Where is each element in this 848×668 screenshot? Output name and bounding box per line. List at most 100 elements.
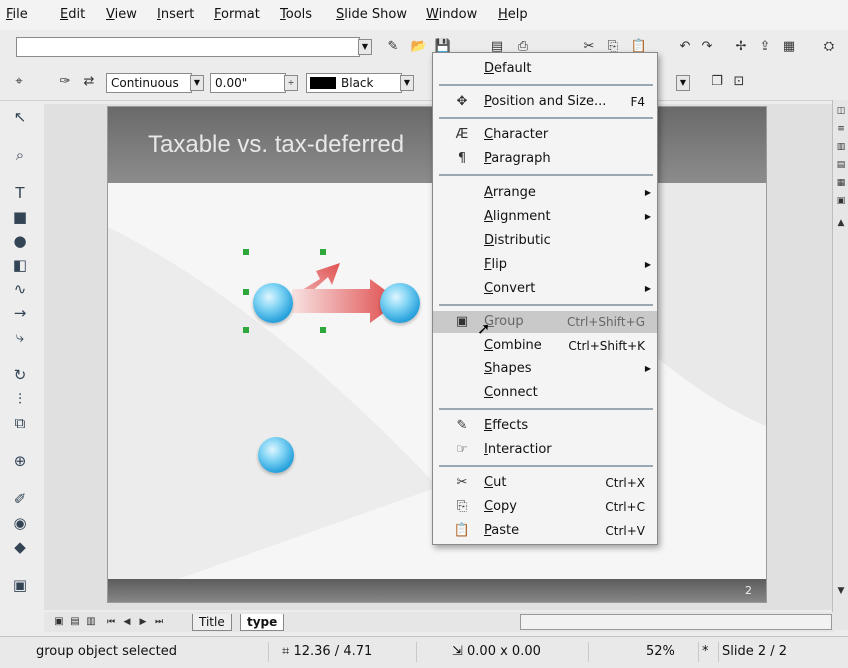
status-size-value: 0.00 x 0.00 bbox=[467, 644, 541, 659]
horizontal-scrollbar[interactable] bbox=[520, 614, 832, 630]
ellipse-icon[interactable]: ● bbox=[11, 232, 29, 250]
menu-slide-show[interactable]: Slide Show bbox=[336, 7, 407, 22]
menu-help[interactable]: Help bbox=[498, 7, 528, 22]
line-tool-icon[interactable]: ⌖ bbox=[10, 73, 28, 91]
menu-item-cut[interactable]: ✂ Cut Ctrl+X bbox=[433, 472, 657, 494]
menu-separator bbox=[439, 84, 653, 86]
menu-item-label: Interactior bbox=[484, 442, 552, 457]
effects-toolbar-icon[interactable]: ✐ bbox=[11, 490, 29, 508]
area-style-dropdown[interactable]: ▼ bbox=[676, 75, 690, 91]
tab-type[interactable]: type bbox=[240, 614, 285, 631]
panel-icon[interactable]: ▤ bbox=[833, 158, 848, 172]
3d-effects-icon[interactable]: ◉ bbox=[11, 514, 29, 532]
alignment-icon[interactable]: ⫶ bbox=[11, 390, 29, 408]
slide-show-icon[interactable]: ▣ bbox=[11, 576, 29, 594]
group-icon: ▣ bbox=[455, 314, 469, 329]
arrange-icon[interactable]: ⧉ bbox=[11, 414, 29, 432]
menu-item-alignment[interactable]: Alignment ▶ bbox=[433, 206, 657, 228]
shadow-icon[interactable]: ❐ bbox=[708, 73, 726, 91]
menu-item-convert[interactable]: Convert ▶ bbox=[433, 278, 657, 300]
lines-arrows-icon[interactable]: → bbox=[11, 304, 29, 322]
menu-item-paragraph[interactable]: ¶ Paragraph bbox=[433, 148, 657, 170]
menu-item-group[interactable]: ▣ Group Ctrl+Shift+G bbox=[433, 311, 657, 333]
line-width-field[interactable]: 0.00" bbox=[210, 73, 286, 93]
menu-window[interactable]: Window bbox=[426, 7, 477, 22]
blue-ball-lower[interactable] bbox=[258, 437, 294, 473]
paste-icon: 📋 bbox=[453, 523, 471, 538]
menu-insert[interactable]: Insert bbox=[157, 7, 194, 22]
zoom-icon[interactable]: ⌕ bbox=[11, 146, 29, 164]
extrusion-icon[interactable]: ◆ bbox=[11, 538, 29, 556]
menu-item-combine[interactable]: Combine Ctrl+Shift+K bbox=[433, 335, 657, 357]
status-size: ⇲ 0.00 x 0.00 bbox=[446, 642, 589, 662]
undo-icon[interactable]: ↶ bbox=[676, 38, 694, 56]
area-icon[interactable]: ⊡ bbox=[730, 73, 748, 91]
menu-separator bbox=[439, 408, 653, 410]
select-icon[interactable]: ↖ bbox=[11, 108, 29, 126]
standard-toolbar: ▼ ✎ 📂 💾 ▤ ⎙ ✂ ⎘ 📋 ↶ ↷ ✢ ⇪ ▦ ⛭ bbox=[0, 30, 848, 65]
view-notes-icon[interactable]: ▥ bbox=[82, 613, 100, 631]
menu-item-connect[interactable]: Connect bbox=[433, 382, 657, 404]
menu-item-interactior[interactable]: ☞ Interactior bbox=[433, 439, 657, 461]
slide-tab-bar: ▣ ▤ ▥ ⏮ ◀ ▶ ⏭ Title type bbox=[44, 612, 834, 632]
navigator-icon[interactable]: ✢ bbox=[732, 38, 750, 56]
3d-object-icon[interactable]: ◧ bbox=[11, 256, 29, 274]
selection-handle[interactable] bbox=[320, 327, 326, 333]
menu-edit[interactable]: Edit bbox=[60, 7, 85, 22]
menu-item-paste[interactable]: 📋 Paste Ctrl+V bbox=[433, 520, 657, 542]
menu-item-label: Cut bbox=[484, 475, 507, 490]
url-field[interactable] bbox=[16, 37, 360, 57]
menu-item-copy[interactable]: ⎘ Copy Ctrl+C bbox=[433, 496, 657, 518]
blue-ball-right[interactable] bbox=[380, 283, 420, 323]
line-color-dropdown[interactable]: ▼ bbox=[400, 75, 414, 91]
context-menu: Default ✥ Position and Size... F4 Æ Character… bbox=[432, 52, 658, 545]
scroll-up-icon[interactable]: ▲ bbox=[833, 216, 848, 230]
selection-handle[interactable] bbox=[320, 249, 326, 255]
blue-ball-left[interactable] bbox=[253, 283, 293, 323]
open-folder-icon[interactable]: 📂 bbox=[410, 38, 428, 56]
connector-icon[interactable]: ⤷ bbox=[11, 328, 29, 346]
datasource-icon[interactable]: ▦ bbox=[780, 38, 798, 56]
line-style-select[interactable]: Continuous bbox=[106, 73, 192, 93]
menu-view[interactable]: View bbox=[106, 7, 137, 22]
menu-item-position-and-size[interactable]: ✥ Position and Size... F4 bbox=[433, 91, 657, 113]
last-slide-icon[interactable]: ⏭ bbox=[150, 613, 168, 631]
line-icon[interactable]: ✑ bbox=[56, 73, 74, 91]
selection-handle[interactable] bbox=[243, 327, 249, 333]
rectangle-icon[interactable]: ■ bbox=[11, 208, 29, 226]
menu-item-effects[interactable]: ✎ Effects bbox=[433, 415, 657, 437]
redo-icon[interactable]: ↷ bbox=[698, 38, 716, 56]
dock-icon[interactable]: ◫ bbox=[833, 104, 848, 118]
menu-item-default[interactable]: Default bbox=[433, 58, 657, 80]
scroll-down-icon[interactable]: ▼ bbox=[833, 584, 848, 598]
insert-icon[interactable]: ⊕ bbox=[11, 452, 29, 470]
line-style-dropdown[interactable]: ▼ bbox=[190, 75, 204, 91]
menu-item-distributic[interactable]: Distributic bbox=[433, 230, 657, 252]
text-icon[interactable]: T bbox=[11, 184, 29, 202]
rotate-icon[interactable]: ↻ bbox=[11, 366, 29, 384]
line-width-spinner[interactable]: ÷ bbox=[284, 75, 298, 91]
url-dropdown-button[interactable]: ▼ bbox=[358, 39, 372, 55]
selection-handle[interactable] bbox=[243, 249, 249, 255]
tab-title[interactable]: Title bbox=[192, 614, 232, 631]
menu-format[interactable]: Format bbox=[214, 7, 260, 22]
menu-item-shapes[interactable]: Shapes ▶ bbox=[433, 358, 657, 380]
curve-icon[interactable]: ∿ bbox=[11, 280, 29, 298]
status-zoom[interactable]: 52% bbox=[640, 642, 699, 662]
arrow-style-icon[interactable]: ⇄ bbox=[80, 73, 98, 91]
menu-item-character[interactable]: Æ Character bbox=[433, 124, 657, 146]
menu-item-arrange[interactable]: Arrange ▶ bbox=[433, 182, 657, 204]
gallery-icon[interactable]: ⇪ bbox=[756, 38, 774, 56]
edit-file-icon[interactable]: ✎ bbox=[384, 38, 402, 56]
panel-icon[interactable]: ≡ bbox=[833, 122, 848, 136]
panel-icon[interactable]: ▣ bbox=[833, 194, 848, 208]
panel-icon[interactable]: ▥ bbox=[833, 140, 848, 154]
menu-file[interactable]: File bbox=[6, 7, 28, 22]
menu-item-label: Character bbox=[484, 127, 549, 142]
help-icon[interactable]: ⛭ bbox=[820, 38, 838, 56]
menu-tools[interactable]: Tools bbox=[280, 7, 312, 22]
selection-handle[interactable] bbox=[243, 289, 249, 295]
menu-item-flip[interactable]: Flip ▶ bbox=[433, 254, 657, 276]
panel-icon[interactable]: ▦ bbox=[833, 176, 848, 190]
line-color-swatch bbox=[310, 77, 336, 89]
